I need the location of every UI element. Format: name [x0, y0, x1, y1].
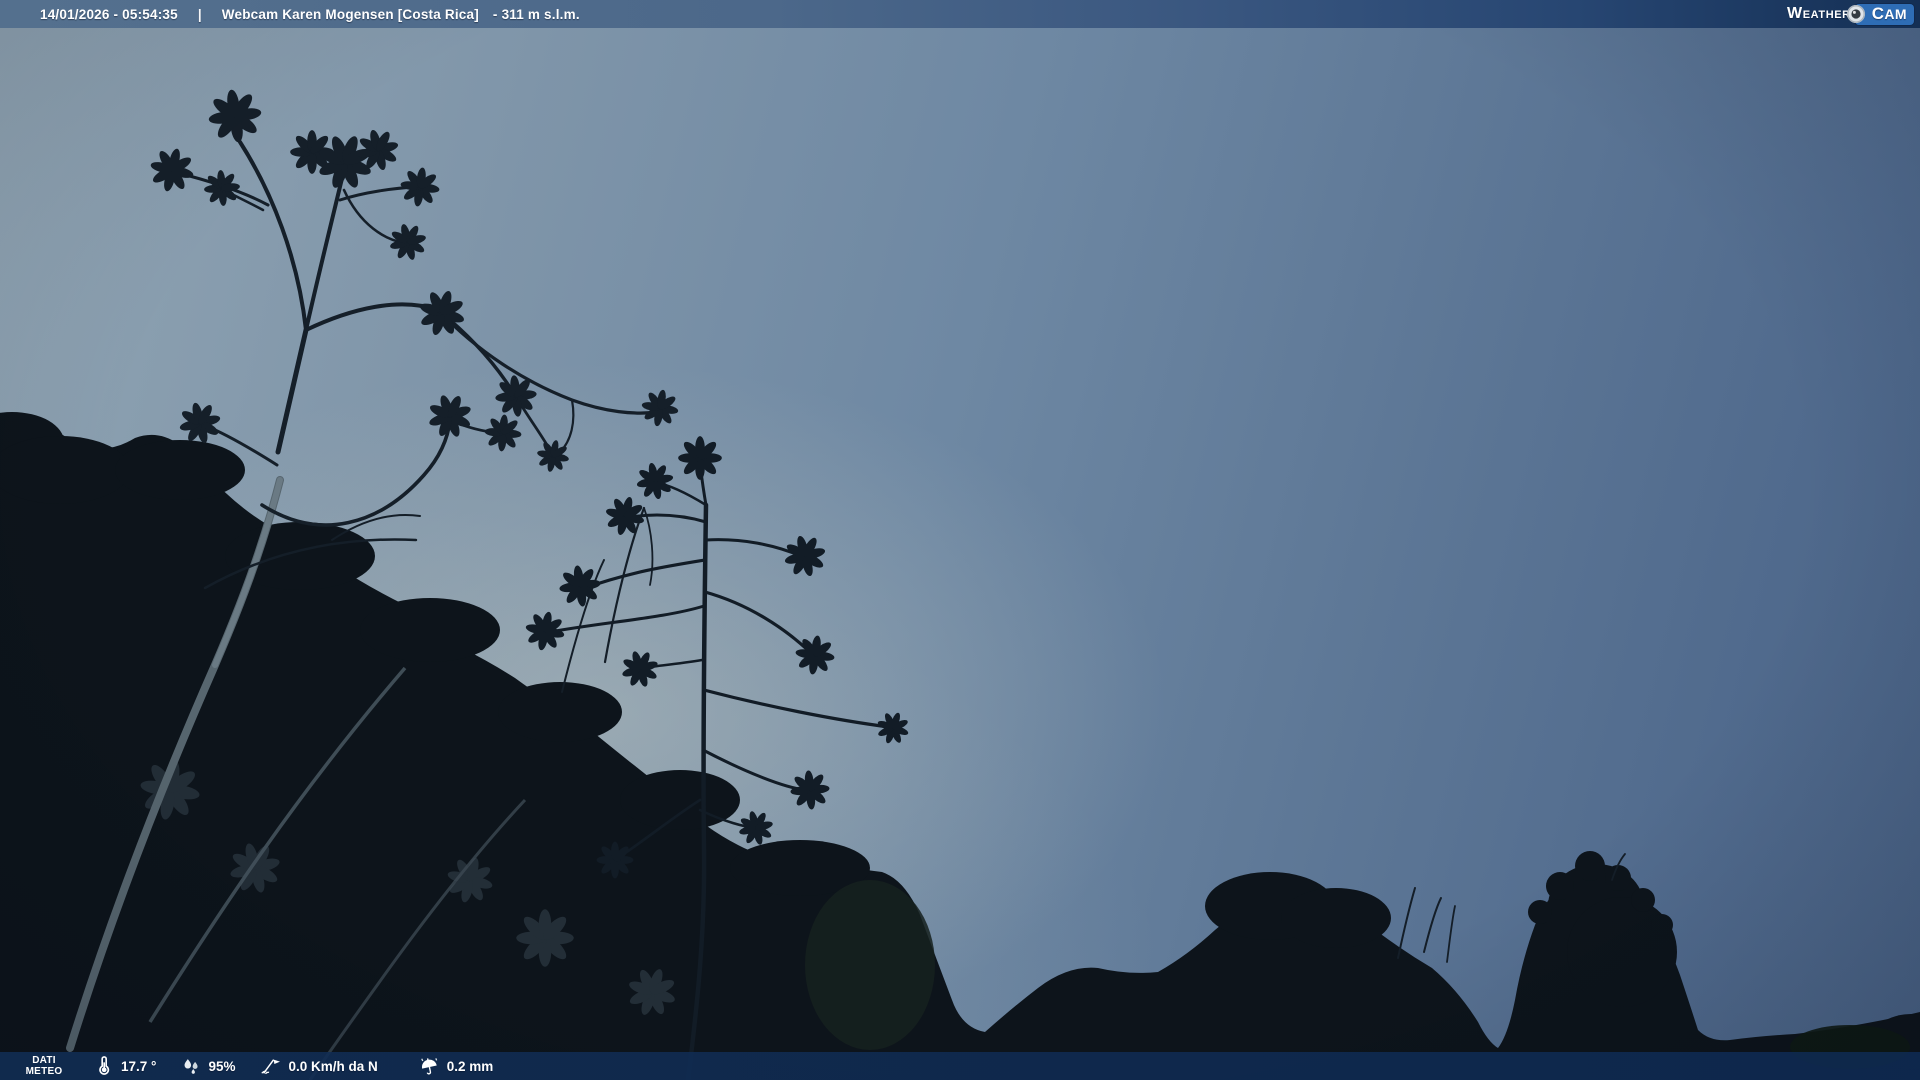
lens-icon — [1846, 4, 1866, 24]
webcam-title: Webcam Karen Mogensen [Costa Rica] — [222, 7, 479, 22]
humidity-stat: 95% — [181, 1056, 235, 1076]
wind-stat: 0.0 Km/h da N — [259, 1056, 377, 1076]
wind-value: 0.0 Km/h da N — [288, 1059, 377, 1074]
top-bar: 14/01/2026 - 05:54:35 | Webcam Karen Mog… — [0, 0, 1920, 28]
thermometer-icon — [94, 1056, 114, 1076]
temperature-value: 17.7 ° — [121, 1059, 156, 1074]
temperature-stat: 17.7 ° — [94, 1056, 156, 1076]
separator: | — [198, 7, 202, 22]
datetime-text: 14/01/2026 - 05:54:35 — [40, 7, 178, 22]
bottom-bar: DATI METEO 17.7 ° 95% — [0, 1052, 1920, 1080]
altitude-text: - 311 m s.l.m. — [493, 7, 580, 22]
webcam-frame: 14/01/2026 - 05:54:35 | Webcam Karen Mog… — [0, 0, 1920, 1080]
logo-cam-text: Cam — [1872, 4, 1907, 24]
tree-silhouettes — [0, 0, 1920, 1080]
rain-value: 0.2 mm — [447, 1059, 494, 1074]
humidity-value: 95% — [208, 1059, 235, 1074]
rain-stat: 0.2 mm — [418, 1056, 494, 1076]
meteo-label: DATI METEO — [20, 1055, 68, 1077]
wind-icon — [259, 1056, 281, 1076]
logo-weather-text: Weather — [1787, 5, 1851, 23]
rain-icon — [418, 1056, 440, 1076]
humidity-icon — [181, 1056, 201, 1076]
logo-cam-badge: Cam — [1855, 4, 1914, 25]
weathercam-logo: Weather Cam — [1787, 2, 1914, 26]
